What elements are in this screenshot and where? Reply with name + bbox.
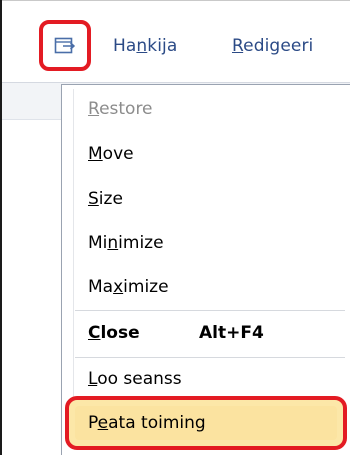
menu-separator: [75, 310, 345, 311]
menu-item-restore: Restore: [88, 99, 153, 119]
menu-item-minimize-post: imize: [118, 233, 164, 253]
window-top-edge: [0, 0, 350, 1]
menu-item-maximize[interactable]: Maximize: [88, 277, 169, 297]
menu-redigeeri[interactable]: Redigeeri: [232, 36, 313, 56]
menu-item-maximize-pre: Ma: [88, 277, 114, 297]
system-menu-button[interactable]: [39, 20, 91, 71]
menu-item-peata-toiming[interactable]: Peata toiming: [88, 413, 206, 433]
menu-item-loo-seanss-key: L: [88, 369, 98, 389]
menu-item-maximize-key: x: [113, 277, 124, 297]
menu-item-loo-seanss-post: oo seanss: [97, 369, 182, 389]
system-menu-icon: [54, 37, 76, 55]
menu-hankija-post: kija: [147, 36, 178, 56]
menu-item-minimize-key: n: [107, 233, 119, 253]
menu-separator: [75, 357, 345, 358]
menu-hankija-key: n: [136, 36, 148, 56]
system-menu-dropdown: Restore Move Size Minimize Maximize Clos…: [61, 84, 350, 455]
menu-redigeeri-post: edigeeri: [243, 36, 314, 56]
window-root: Hankija Redigeeri Restore Move Size Mini…: [0, 0, 350, 455]
menu-item-size-post: ize: [98, 189, 123, 209]
menu-item-loo-seanss[interactable]: Loo seanss: [88, 369, 182, 389]
menu-item-move-post: ove: [102, 144, 134, 164]
menu-item-peata-toiming-post: ata toiming: [108, 413, 206, 433]
menu-item-close-post: lose: [100, 323, 140, 343]
menu-item-maximize-post: imize: [123, 277, 169, 297]
menu-item-minimize[interactable]: Minimize: [88, 233, 164, 253]
menu-item-minimize-pre: Mi: [88, 233, 108, 253]
menu-item-restore-post: estore: [99, 99, 153, 119]
menu-item-size-key: S: [88, 189, 99, 209]
menu-item-close-shortcut: Alt+F4: [199, 323, 264, 343]
menu-item-peata-toiming-key: e: [97, 413, 109, 433]
menu-item-peata-toiming-pre: P: [88, 413, 98, 433]
menu-item-close-key: C: [88, 323, 101, 343]
menu-item-move-key: M: [88, 144, 103, 164]
menu-item-close[interactable]: Close Alt+F4: [88, 323, 264, 343]
menu-item-restore-key: R: [88, 99, 100, 119]
menu-item-size[interactable]: Size: [88, 189, 123, 209]
menu-redigeeri-key: R: [232, 36, 244, 56]
menu-item-move[interactable]: Move: [88, 144, 134, 164]
menu-hankija-pre: Ha: [113, 36, 137, 56]
menu-hankija[interactable]: Hankija: [113, 36, 177, 56]
